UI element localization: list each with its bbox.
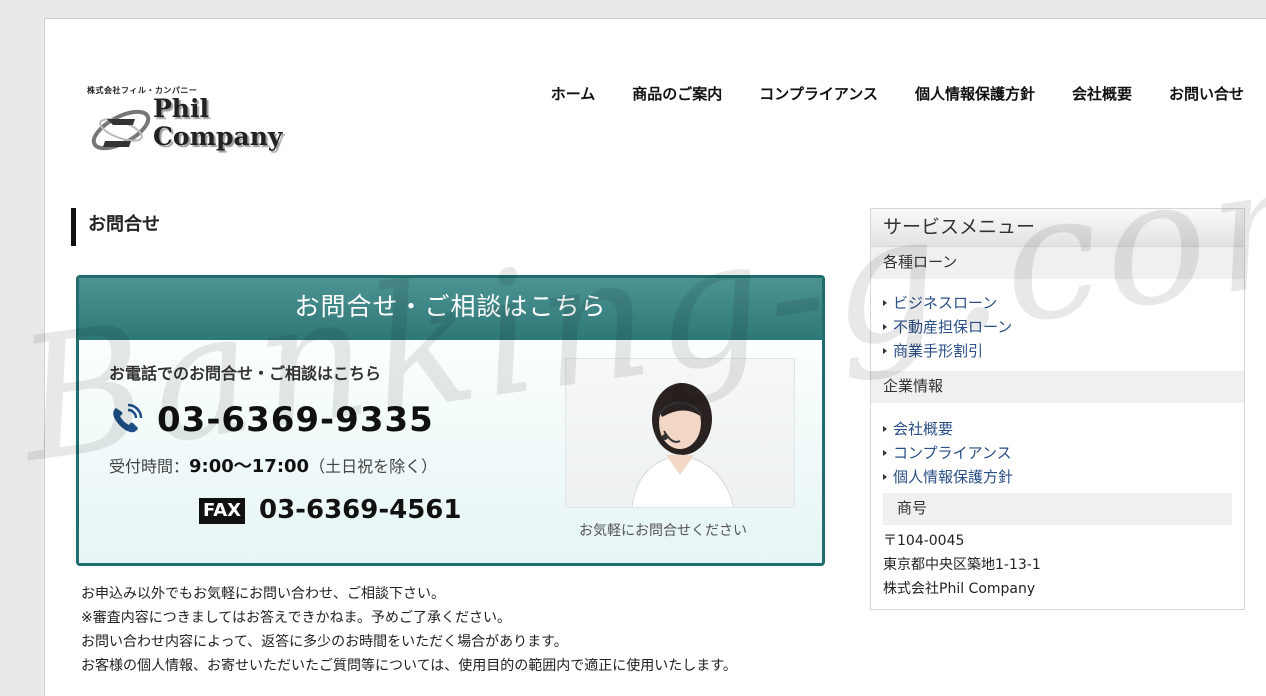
sidebar-item-business-loan[interactable]: ビジネスローン xyxy=(883,291,1244,315)
note-line: お客様の個人情報、お寄せいただいたご質問等については、使用目的の範囲内で適正に使… xyxy=(81,658,737,674)
contact-banner: お問合せ・ご相談はこちら お電話でのお問合せ・ご相談はこちら 03-6369-9… xyxy=(76,275,825,566)
contact-banner-body: お電話でのお問合せ・ご相談はこちら 03-6369-9335 受付時間：9:00… xyxy=(79,340,822,563)
fax-badge: FAX xyxy=(199,498,246,524)
note-line: お問い合わせ内容によって、返答に多少のお時間をいただく場合があります。 xyxy=(81,634,568,650)
sidebar-loan-links: ビジネスローン 不動産担保ローン 商業手形割引 xyxy=(871,279,1244,371)
address-street: 東京都中央区築地1-13-1 xyxy=(883,557,1041,573)
logo-line2: Company xyxy=(153,122,283,151)
nav-privacy-policy[interactable]: 個人情報保護方針 xyxy=(915,83,1035,104)
phone-number[interactable]: 03-6369-9335 xyxy=(157,400,434,440)
phone-icon xyxy=(113,403,143,433)
note-line: ※審査内容につきましてはお答えできかねま。予めご了承ください。 xyxy=(81,610,512,626)
sidebar-item-privacy-policy[interactable]: 個人情報保護方針 xyxy=(883,465,1244,489)
address-company: 株式会社Phil Company xyxy=(883,581,1036,597)
nav-products[interactable]: 商品のご案内 xyxy=(632,83,722,104)
sidebar-title: サービスメニュー xyxy=(871,209,1244,247)
nav-contact[interactable]: お問い合せ xyxy=(1169,83,1244,104)
nav-home[interactable]: ホーム xyxy=(551,83,596,104)
contact-banner-header: お問合せ・ご相談はこちら xyxy=(79,278,822,340)
company-address: 〒104-0045 東京都中央区築地1-13-1 株式会社Phil Compan… xyxy=(871,525,1244,601)
sidebar-section-trade-name: 商号 xyxy=(883,493,1232,525)
sidebar-section-loans: 各種ローン xyxy=(871,247,1244,279)
sidebar-item-company-profile[interactable]: 会社概要 xyxy=(883,417,1244,441)
address-postal: 〒104-0045 xyxy=(883,533,965,549)
sidebar: サービスメニュー 各種ローン ビジネスローン 不動産担保ローン 商業手形割引 企… xyxy=(870,208,1245,610)
sidebar-item-compliance[interactable]: コンプライアンス xyxy=(883,441,1244,465)
company-logo[interactable]: 株式会社フィル・カンパニー Phil Company xyxy=(87,85,292,165)
page-title: お問合せ xyxy=(71,208,160,246)
sidebar-item-real-estate-loan[interactable]: 不動産担保ローン xyxy=(883,315,1244,339)
sidebar-company-links: 会社概要 コンプライアンス 個人情報保護方針 xyxy=(871,403,1244,493)
page: 株式会社フィル・カンパニー Phil Company ホーム 商品のご案内 コン… xyxy=(44,18,1266,696)
phone-lead-text: お電話でのお問合せ・ご相談はこちら xyxy=(109,364,382,383)
sidebar-item-bill-discount[interactable]: 商業手形割引 xyxy=(883,339,1244,363)
contact-notes: お申込み以外でもお気軽にお問い合わせ、ご相談下さい。 ※審査内容につきましてはお… xyxy=(81,582,737,678)
sidebar-section-company: 企業情報 xyxy=(871,371,1244,403)
hours-label: 受付時間： xyxy=(109,457,190,476)
hours-time: 9:00～17:00 xyxy=(189,456,310,477)
hours-note: （土日祝を除く） xyxy=(309,457,438,476)
fax-number: 03-6369-4561 xyxy=(259,495,462,525)
nav-compliance[interactable]: コンプライアンス xyxy=(759,83,878,104)
operator-photo xyxy=(565,358,795,508)
logo-wordmark: Phil Company xyxy=(153,95,282,151)
business-hours: 受付時間：9:00～17:00（土日祝を除く） xyxy=(109,452,437,478)
nav-company-profile[interactable]: 会社概要 xyxy=(1072,83,1132,104)
operator-illustration xyxy=(631,383,734,507)
logo-line1: Phil xyxy=(153,94,209,123)
note-line: お申込み以外でもお気軽にお問い合わせ、ご相談下さい。 xyxy=(81,586,445,602)
logo-swirl-icon xyxy=(91,109,151,151)
main-nav: ホーム 商品のご案内 コンプライアンス 個人情報保護方針 会社概要 お問い合せ xyxy=(514,83,1244,104)
photo-caption: お気軽にお問合せください xyxy=(579,523,747,539)
